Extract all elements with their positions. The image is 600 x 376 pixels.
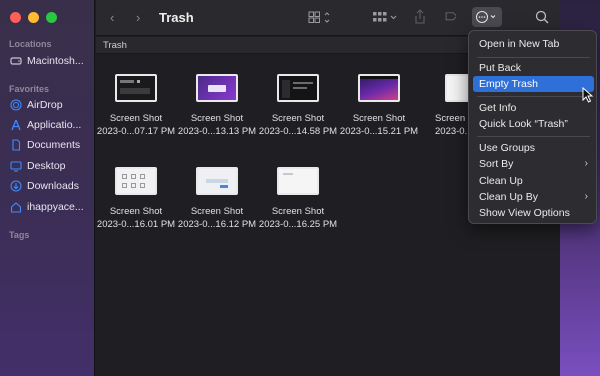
file-name-line2: 2023-0...15.21 PM	[339, 126, 419, 137]
disk-icon	[10, 57, 22, 65]
menu-item-quick-look[interactable]: Quick Look “Trash”	[473, 116, 594, 132]
document-icon	[12, 139, 21, 151]
action-menu-button[interactable]	[472, 7, 502, 27]
sidebar-item-label: ihappyace...	[27, 201, 84, 213]
file-thumbnail	[277, 167, 319, 195]
tag-icon[interactable]	[442, 10, 456, 24]
search-icon[interactable]	[535, 10, 549, 24]
sidebar-item-downloads[interactable]: Downloads	[10, 180, 94, 192]
action-menu: Open in New Tab Put Back Empty Trash Get…	[468, 30, 597, 224]
sidebar: Locations Macintosh... Favorites AirDrop…	[0, 0, 95, 376]
menu-item-show-view-options[interactable]: Show View Options	[473, 205, 594, 221]
menu-item-put-back[interactable]: Put Back	[473, 60, 594, 76]
home-icon	[10, 202, 22, 213]
file-thumbnail	[445, 74, 468, 102]
chevron-right-icon: ›	[584, 158, 588, 169]
sidebar-item-label: Downloads	[27, 180, 79, 192]
file-item[interactable]: Screen Shot 2023-0...14.58 PM	[258, 74, 338, 138]
menu-separator	[477, 57, 590, 58]
menu-separator	[477, 136, 590, 137]
file-name-line2: 2023-0...16.25 PM	[258, 219, 338, 230]
sidebar-item-label: Applicatio...	[27, 119, 82, 131]
sidebar-item-applications[interactable]: Applicatio...	[10, 119, 94, 131]
file-name-line2: 2023-0...16.01 PM	[96, 219, 176, 230]
menu-item-clean-up[interactable]: Clean Up	[473, 173, 594, 189]
menu-item-sort-by[interactable]: Sort By ›	[473, 156, 594, 172]
file-name-line2: 2023-0...07.17 PM	[96, 126, 176, 137]
menu-item-label: Sort By	[479, 158, 514, 170]
file-name-line1: Screen Shot	[109, 206, 163, 217]
minimize-button[interactable]	[28, 12, 39, 23]
file-thumbnail	[115, 74, 157, 102]
menu-item-get-info[interactable]: Get Info	[473, 100, 594, 116]
file-thumbnail	[115, 167, 157, 195]
menu-item-open-in-new-tab[interactable]: Open in New Tab	[473, 36, 594, 52]
file-item[interactable]: Screen Shot 2023-0...16.12 PM	[177, 167, 257, 231]
file-name-line2: 2023-0...16.12 PM	[177, 219, 257, 230]
sidebar-item-label: AirDrop	[27, 99, 63, 111]
menu-item-clean-up-by[interactable]: Clean Up By ›	[473, 189, 594, 205]
file-name-line1: Screen Shot	[435, 113, 468, 124]
sidebar-item-desktop[interactable]: Desktop	[10, 160, 94, 172]
mouse-pointer-icon	[582, 87, 594, 103]
file-name-line2: 2023-0...13.13 PM	[177, 126, 257, 137]
file-item[interactable]: Screen Shot 2023-0...16.01 PM	[96, 167, 176, 231]
zoom-button[interactable]	[46, 12, 57, 23]
file-item[interactable]: Screen Shot 2023-0...16.25 PM	[258, 167, 338, 231]
sidebar-item-macintosh[interactable]: Macintosh...	[10, 55, 94, 67]
menu-item-use-groups[interactable]: Use Groups	[473, 140, 594, 156]
sidebar-item-label: Desktop	[27, 160, 66, 172]
path-label: Trash	[103, 40, 127, 51]
file-item[interactable]: Screen Shot 2023-0...07.17 PM	[96, 74, 176, 138]
file-name-line2: 2023-0...	[435, 126, 468, 137]
menu-item-empty-trash[interactable]: Empty Trash	[473, 76, 594, 92]
file-thumbnail	[358, 74, 400, 102]
file-name-line1: Screen Shot	[190, 206, 244, 217]
file-item[interactable]: Screen Shot 2023-0...13.13 PM	[177, 74, 257, 138]
back-icon[interactable]: ‹	[110, 10, 114, 25]
sidebar-section-locations: Locations	[9, 39, 52, 49]
sidebar-item-label: Documents	[27, 139, 81, 151]
sidebar-item-documents[interactable]: Documents	[10, 139, 94, 151]
icon-view-icon[interactable]	[308, 11, 332, 24]
file-item[interactable]: Screen Shot 2023-0...	[420, 74, 468, 138]
file-name-line1: Screen Shot	[271, 113, 325, 124]
sidebar-section-tags: Tags	[9, 230, 30, 240]
downloads-icon	[10, 180, 22, 192]
airdrop-icon	[10, 99, 22, 111]
forward-icon[interactable]: ›	[136, 10, 140, 25]
file-item[interactable]: Screen Shot 2023-0...15.21 PM	[339, 74, 419, 138]
more-icon	[476, 11, 496, 23]
menu-item-label: Clean Up By	[479, 191, 538, 203]
applications-icon	[11, 119, 21, 131]
window-title: Trash	[159, 10, 194, 25]
file-thumbnail	[196, 74, 238, 102]
close-button[interactable]	[10, 12, 21, 23]
desktop-icon	[10, 161, 22, 172]
group-view-icon[interactable]	[372, 11, 400, 24]
menu-separator	[477, 96, 590, 97]
file-name-line2: 2023-0...14.58 PM	[258, 126, 338, 137]
file-name-line1: Screen Shot	[190, 113, 244, 124]
share-icon[interactable]	[414, 9, 426, 25]
sidebar-item-label: Macintosh...	[27, 55, 84, 67]
sidebar-item-home[interactable]: ihappyace...	[10, 201, 94, 213]
file-name-line1: Screen Shot	[109, 113, 163, 124]
window-controls	[10, 12, 57, 23]
file-thumbnail	[196, 167, 238, 195]
sidebar-item-airdrop[interactable]: AirDrop	[10, 99, 94, 111]
file-thumbnail	[277, 74, 319, 102]
chevron-right-icon: ›	[584, 191, 588, 202]
sidebar-section-favorites: Favorites	[9, 84, 50, 94]
file-name-line1: Screen Shot	[352, 113, 406, 124]
file-name-line1: Screen Shot	[271, 206, 325, 217]
